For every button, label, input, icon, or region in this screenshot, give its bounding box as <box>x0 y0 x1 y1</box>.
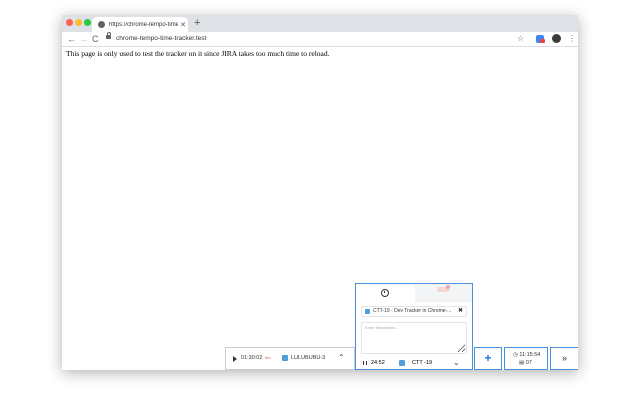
close-window-icon[interactable] <box>66 19 73 26</box>
browser-toolbar: ← → C chrome-tempo-time-tracker.test ☆ ⋮ <box>62 32 578 47</box>
active-timer-row: 24:52 CTT -19 ⌄ <box>356 357 472 369</box>
jira-issue-icon <box>282 355 288 361</box>
browser-window: https://chrome-tempo-time-t ✕ + ← → C ch… <box>62 15 578 370</box>
chevron-down-icon[interactable]: ⌄ <box>453 358 460 367</box>
globe-icon <box>98 21 105 28</box>
more-menu-icon[interactable]: ⋮ <box>568 33 576 45</box>
back-arrow-icon[interactable]: ← <box>67 33 76 45</box>
tracker-issue-key: LULUBUBU-3 <box>291 355 326 361</box>
browser-tab[interactable]: https://chrome-tempo-time-t ✕ <box>92 17 188 32</box>
tracker-time: 01:30:02 <box>241 355 263 361</box>
jira-issue-icon <box>399 360 405 366</box>
star-icon[interactable]: ☆ <box>517 33 524 45</box>
page-text: This page is only used to test the track… <box>66 49 330 58</box>
add-tracker-button[interactable]: + <box>474 347 502 370</box>
pause-icon[interactable] <box>363 361 367 365</box>
extension-badge <box>540 39 545 43</box>
active-issue-key: CTT -19 <box>412 360 433 366</box>
tab-timer[interactable] <box>356 284 415 302</box>
description-input[interactable] <box>361 322 467 354</box>
tracker-bar[interactable]: 01:30:02 0m LULUBUBU-3 ⌃ <box>225 347 355 370</box>
issue-chip[interactable]: CTT-19 - Dev Tracker in Chrome-... ✖ <box>361 306 467 317</box>
page-content: This page is only used to test the track… <box>62 47 578 370</box>
maximize-window-icon[interactable] <box>84 19 91 26</box>
clock-icon <box>381 289 389 297</box>
tab-title: https://chrome-tempo-time-t <box>109 21 178 28</box>
tracker-popup: CTT-19 - Dev Tracker in Chrome-... ✖ 24:… <box>355 283 473 370</box>
address-bar[interactable]: chrome-tempo-time-tracker.test <box>116 34 206 44</box>
tab-tempo[interactable] <box>415 284 472 302</box>
tab-close-icon[interactable]: ✕ <box>178 21 188 29</box>
reload-icon[interactable]: C <box>92 33 99 45</box>
expand-button[interactable]: » <box>550 347 578 370</box>
forward-arrow-icon[interactable]: → <box>79 33 88 45</box>
play-icon[interactable] <box>233 356 237 362</box>
summary-total: ◷ 11:15:54 <box>513 352 541 358</box>
profile-avatar[interactable] <box>552 34 561 43</box>
time-summary[interactable]: ◷ 11:15:54 ▤ 07 <box>504 347 548 370</box>
remove-issue-icon[interactable]: ✖ <box>458 307 463 314</box>
tab-strip: https://chrome-tempo-time-t ✕ + <box>62 15 578 32</box>
summary-count: ▤ 07 <box>519 360 532 366</box>
summary-total-time: 11:15:54 <box>519 352 541 358</box>
summary-count-value: 07 <box>525 360 532 366</box>
new-tab-button[interactable]: + <box>194 17 200 30</box>
jira-issue-icon <box>365 309 370 314</box>
tracker-time-suffix: 0m <box>265 355 271 360</box>
chevron-up-icon[interactable]: ⌃ <box>338 353 345 362</box>
active-time: 24:52 <box>371 360 385 366</box>
notification-badge <box>446 285 450 289</box>
issue-chip-label: CTT-19 - Dev Tracker in Chrome-... <box>373 308 452 314</box>
minimize-window-icon[interactable] <box>75 19 82 26</box>
lock-icon <box>106 32 111 39</box>
